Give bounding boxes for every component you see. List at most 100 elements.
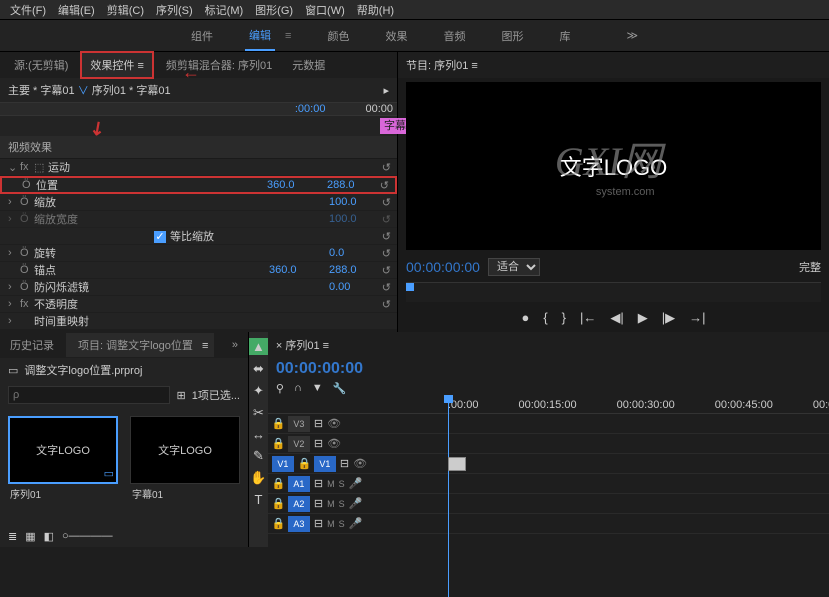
lock-icon[interactable]: 🔒 (272, 437, 284, 450)
program-scrubber[interactable] (406, 282, 821, 302)
overflow-icon[interactable]: » (226, 335, 244, 355)
program-tab[interactable]: 节目: 序列01 ≡ (406, 57, 478, 73)
reset-icon[interactable]: ↺ (382, 298, 391, 311)
scale-value[interactable]: 100.0 (329, 196, 389, 208)
playhead-icon[interactable] (406, 283, 414, 291)
menu-help[interactable]: 帮助(H) (351, 2, 400, 18)
tab-project[interactable]: 项目: 调整文字logo位置 ≡ (66, 333, 214, 357)
go-to-out-button[interactable]: →| (689, 310, 705, 326)
anchor-row[interactable]: Ö 锚点 360.0 288.0 ↺ (0, 262, 397, 279)
reset-icon[interactable]: ↺ (382, 247, 391, 260)
expand-icon[interactable]: › (8, 196, 20, 208)
timeline-ruler[interactable]: :00:00 00:00:15:00 00:00:30:00 00:00:45:… (268, 397, 829, 414)
project-item-title[interactable]: 文字LOGO 字幕01 (130, 416, 240, 518)
hand-tool[interactable]: ✋ (250, 470, 266, 486)
mute-button[interactable]: M (327, 479, 335, 489)
add-marker-button[interactable]: ● (521, 310, 529, 326)
reset-icon[interactable]: ↺ (382, 196, 391, 209)
track-v3[interactable]: 🔒V3⊟👁 (268, 414, 829, 434)
track-a2[interactable]: 🔒 A2 ⊟ MS 🎤 (268, 494, 829, 514)
mute-button[interactable]: M (327, 519, 335, 529)
video-clip[interactable] (448, 457, 466, 471)
mute-button[interactable]: M (327, 499, 335, 509)
tab-graphics[interactable]: 图形 (497, 22, 527, 50)
reset-icon[interactable]: ↺ (382, 281, 391, 294)
track-output-icon[interactable]: ⊟ (314, 437, 323, 450)
reset-icon[interactable]: ↺ (382, 230, 391, 243)
track-select-tool[interactable]: ⬌ (253, 361, 264, 377)
project-item-sequence[interactable]: 文字LOGO▭ 序列01 (8, 416, 118, 518)
track-output-icon[interactable]: ⊟ (314, 517, 323, 530)
position-y[interactable]: 288.0 (327, 179, 387, 191)
lock-icon[interactable]: 🔒 (272, 417, 284, 430)
uniform-checkbox[interactable]: ✓ (154, 231, 166, 243)
track-target[interactable]: A2 (288, 496, 310, 512)
eye-icon[interactable]: 👁 (353, 457, 367, 470)
razor-tool[interactable]: ✂ (253, 405, 264, 421)
resolution-label[interactable]: 完整 (799, 259, 821, 275)
marker-button[interactable]: ▼ (312, 382, 323, 395)
step-back-button[interactable]: ◀| (610, 310, 623, 326)
track-output-icon[interactable]: ⊟ (314, 477, 323, 490)
anchor-x[interactable]: 360.0 (269, 264, 329, 276)
type-tool[interactable]: T (254, 492, 262, 507)
flicker-value[interactable]: 0.00 (329, 281, 389, 293)
motion-row[interactable]: ⌄fx⬚ 运动 ↺ (0, 159, 397, 176)
snap-button[interactable]: ⚲ (276, 382, 284, 395)
stopwatch-icon[interactable]: Ö (20, 196, 34, 208)
selection-tool[interactable]: ▲ (249, 338, 268, 355)
tab-audio-mixer[interactable]: 频剪辑混合器: 序列01 (158, 53, 280, 77)
stopwatch-icon[interactable]: Ö (22, 179, 36, 191)
track-output-icon[interactable]: ⊟ (314, 497, 323, 510)
menu-graphics[interactable]: 图形(G) (249, 2, 299, 18)
expand-icon[interactable]: ⌄ (8, 161, 20, 174)
program-monitor[interactable]: 文字LOGO GXI网 system.com (406, 82, 821, 250)
mark-out-button[interactable]: } (562, 310, 566, 326)
track-target[interactable]: A1 (288, 476, 310, 492)
menu-clip[interactable]: 剪辑(C) (101, 2, 150, 18)
freeform-view-button[interactable]: ◧ (44, 530, 54, 543)
tab-library[interactable]: 库 (555, 22, 574, 50)
source-patch[interactable]: V1 (272, 456, 294, 472)
scale-row[interactable]: ›Ö 缩放 100.0 ↺ (0, 194, 397, 211)
position-row[interactable]: Ö 位置 360.0 288.0 ↺ (0, 176, 397, 194)
slip-tool[interactable]: ↔ (252, 427, 265, 442)
track-a3[interactable]: 🔒A3⊟MS🎤 (268, 514, 829, 534)
uniform-scale-row[interactable]: ✓等比缩放 ↺ (0, 228, 397, 245)
filter-icon[interactable]: ⊞ (176, 389, 185, 402)
tab-assembly[interactable]: 组件 (187, 22, 217, 50)
linked-selection-button[interactable]: ∩ (294, 382, 302, 395)
menu-file[interactable]: 文件(F) (4, 2, 52, 18)
rotation-value[interactable]: 0.0 (329, 247, 389, 259)
tab-metadata[interactable]: 元数据 (284, 53, 333, 77)
tab-source[interactable]: 源:(无剪辑) (6, 53, 76, 77)
track-v2[interactable]: 🔒V2⊟👁 (268, 434, 829, 454)
zoom-slider[interactable]: ○———— (62, 530, 240, 543)
list-view-button[interactable]: ≣ (8, 530, 17, 543)
lock-icon[interactable]: 🔒 (298, 457, 310, 470)
eye-icon[interactable]: 👁 (327, 437, 341, 450)
track-target[interactable]: V1 (314, 456, 336, 472)
menu-marker[interactable]: 标记(M) (199, 2, 250, 18)
solo-button[interactable]: S (339, 499, 345, 509)
eye-icon[interactable]: 👁 (327, 417, 341, 430)
tab-editing[interactable]: 编辑 (245, 21, 275, 51)
menu-window[interactable]: 窗口(W) (299, 2, 351, 18)
tab-audio[interactable]: 音频 (439, 22, 469, 50)
play-icon[interactable]: ▸ (383, 84, 389, 97)
timeline-tab[interactable]: × 序列01 ≡ (276, 337, 329, 353)
lock-icon[interactable]: 🔒 (272, 517, 284, 530)
track-a1[interactable]: 🔒A1⊟MS🎤 (268, 474, 829, 494)
lock-icon[interactable]: 🔒 (272, 497, 284, 510)
mark-in-button[interactable]: { (543, 310, 547, 326)
program-timecode[interactable]: 00:00:00:00 (406, 259, 480, 275)
voice-icon[interactable]: 🎤 (349, 497, 363, 510)
track-v1[interactable]: V1🔒V1⊟👁 (268, 454, 829, 474)
voice-icon[interactable]: 🎤 (349, 517, 363, 530)
reset-icon[interactable]: ↺ (382, 161, 391, 174)
settings-button[interactable]: 🔧 (333, 382, 347, 395)
search-input[interactable] (8, 386, 170, 404)
stopwatch-icon[interactable]: Ö (20, 281, 34, 293)
pen-tool[interactable]: ✎ (253, 448, 264, 464)
time-remap-row[interactable]: › 时间重映射 (0, 313, 397, 330)
